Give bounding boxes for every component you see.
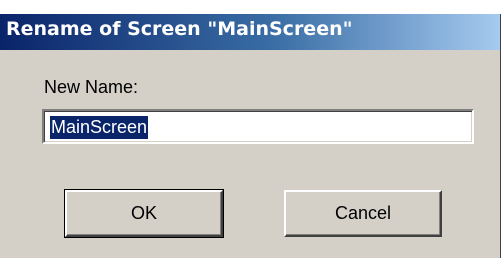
title-bar[interactable]: Rename of Screen "MainScreen": [0, 14, 500, 50]
ok-button[interactable]: OK: [64, 189, 224, 238]
new-name-input[interactable]: MainScreen: [42, 109, 474, 144]
top-strip: [0, 0, 501, 14]
new-name-value[interactable]: MainScreen: [50, 116, 149, 139]
dialog-title: Rename of Screen "MainScreen": [6, 18, 353, 40]
rename-screen-dialog: Rename of Screen "MainScreen" New Name: …: [0, 0, 501, 258]
new-name-label: New Name:: [44, 77, 139, 97]
cancel-button[interactable]: Cancel: [284, 190, 442, 237]
